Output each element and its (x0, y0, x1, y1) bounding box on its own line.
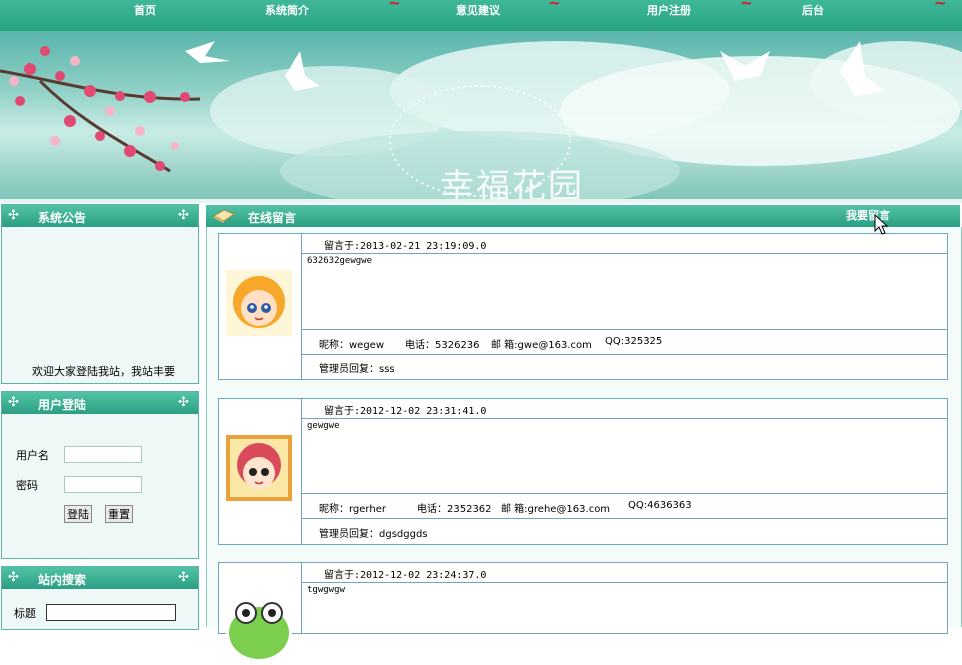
book-icon (212, 209, 236, 223)
board-title: 在线留言 (248, 211, 297, 225)
admin-reply: 管理员回复：sss (319, 364, 395, 375)
leaf-icon: ✣ (8, 395, 19, 410)
leaf-icon: ✣ (178, 208, 189, 223)
message-qq: QQ:325325 (605, 336, 663, 347)
reset-button[interactable]: 重置 (105, 505, 133, 523)
nav-admin[interactable]: 后台 (802, 2, 824, 18)
message-info-row: 昵称：wegew 电话：5326236 邮 箱:gwe@163.com QQ:3… (302, 330, 947, 355)
message-time: 留言于:2012-12-02 23:24:37.0 (324, 570, 487, 581)
nav-home[interactable]: 首页 (134, 2, 156, 18)
nav-feedback[interactable]: 意见建议 (456, 2, 500, 18)
message-info-row: 昵称：rgerher 电话：2352362 邮 箱:grehe@163.com … (302, 494, 947, 519)
avatar (226, 435, 292, 501)
message-content-row: 632632gewgwe (302, 254, 947, 330)
message-time: 留言于:2012-12-02 23:31:41.0 (324, 406, 487, 417)
leaf-icon: ✣ (178, 570, 189, 585)
password-label: 密码 (16, 479, 38, 492)
banner-deco: ~ (388, 0, 401, 12)
message-email: 邮 箱:gwe@163.com (491, 340, 592, 351)
message-time-row: 留言于:2013-02-21 23:19:09.0 (302, 234, 947, 254)
avatar-cell (219, 399, 302, 544)
message-phone: 电话：5326236 (405, 340, 480, 351)
message-content: 632632gewgwe (307, 256, 373, 266)
message-time-row: 留言于:2012-12-02 23:31:41.0 (302, 399, 947, 419)
login-title: 用户登陆 (38, 398, 87, 412)
search-panel-header: ✣ 站内搜索 ✣ (2, 567, 198, 589)
banner-logo-text: 幸福花园 (440, 167, 584, 199)
header-banner: 幸福花园 (0, 31, 962, 199)
notice-panel: ✣ 系统公告 ✣ 欢迎大家登陆我站，我站丰要 (1, 204, 199, 384)
message-time: 留言于:2013-02-21 23:19:09.0 (324, 241, 487, 252)
search-panel: ✣ 站内搜索 ✣ 标题 (1, 566, 199, 630)
message-email: 邮 箱:grehe@163.com (501, 504, 611, 515)
message-content-row: tgwgwgw (302, 583, 947, 643)
message-phone: 电话：2352362 (417, 504, 492, 515)
notice-text: 欢迎大家登陆我站，我站丰要 (32, 365, 175, 378)
password-input[interactable] (64, 476, 142, 493)
banner-deco: ~ (740, 0, 753, 12)
search-title: 站内搜索 (38, 573, 87, 587)
avatar (226, 270, 292, 336)
search-title-label: 标题 (14, 607, 36, 620)
username-input[interactable] (64, 446, 142, 463)
login-button[interactable]: 登陆 (64, 505, 92, 523)
nav-register[interactable]: 用户注册 (647, 2, 691, 18)
message-nickname: 昵称：wegew (319, 340, 385, 351)
username-label: 用户名 (16, 449, 49, 462)
leaf-icon: ✣ (8, 570, 19, 585)
message-card: 留言于:2013-02-21 23:19:09.0 632632gewgwe 昵… (218, 233, 948, 380)
login-panel: ✣ 用户登陆 ✣ 用户名 密码 登陆 重置 (1, 391, 199, 559)
nav-intro[interactable]: 系统简介 (265, 2, 309, 18)
leaf-icon: ✣ (8, 208, 19, 223)
avatar-cell (219, 234, 302, 379)
notice-panel-header: ✣ 系统公告 ✣ (2, 205, 198, 227)
notice-title: 系统公告 (38, 211, 87, 225)
board-header: 在线留言 我要留言 (206, 205, 960, 227)
admin-reply: 管理员回复：dgsdggds (319, 529, 428, 540)
message-reply-row: 管理员回复：dgsdggds (302, 519, 947, 543)
message-content-row: gewgwe (302, 419, 947, 494)
message-nickname: 昵称：rgerher (319, 504, 386, 515)
avatar-cell (219, 563, 302, 665)
message-time-row: 留言于:2012-12-02 23:24:37.0 (302, 563, 947, 583)
message-content: gewgwe (307, 421, 340, 431)
message-card: 留言于:2012-12-02 23:31:41.0 gewgwe 昵称：rger… (218, 398, 948, 545)
banner-deco: ~ (548, 0, 561, 12)
mouse-cursor-icon (874, 214, 888, 235)
search-input[interactable] (46, 604, 176, 621)
leaf-icon: ✣ (178, 395, 189, 410)
banner-divider (0, 199, 962, 203)
message-content: tgwgwgw (307, 585, 345, 595)
login-panel-header: ✣ 用户登陆 ✣ (2, 392, 198, 414)
banner-deco: ~ (934, 0, 947, 12)
top-nav: ~ ~ ~ ~ 首页 系统简介 意见建议 用户注册 后台 (0, 0, 962, 31)
message-card: 留言于:2012-12-02 23:24:37.0 tgwgwgw (218, 562, 948, 665)
message-reply-row: 管理员回复：sss (302, 355, 947, 378)
message-qq: QQ:4636363 (628, 500, 692, 511)
avatar (226, 599, 292, 665)
